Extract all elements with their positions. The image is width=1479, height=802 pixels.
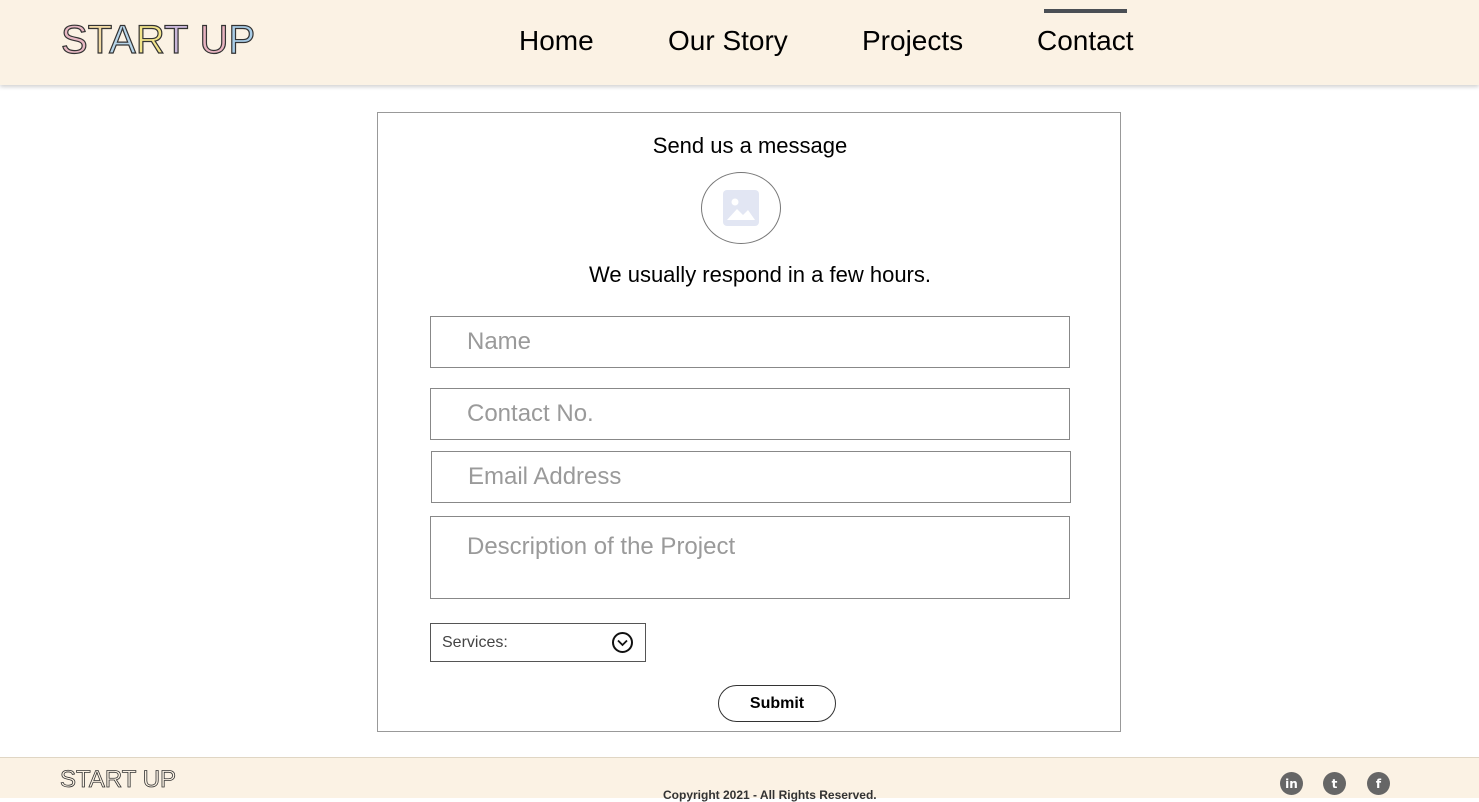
logo-letter: A: [109, 17, 137, 62]
copyright-text: Copyright 2021 - All Rights Reserved.: [663, 788, 877, 802]
contact-number-input[interactable]: Contact No.: [430, 388, 1070, 440]
logo-letter: R: [135, 17, 165, 62]
twitter-icon[interactable]: t: [1323, 772, 1346, 795]
logo[interactable]: START UP: [60, 16, 256, 64]
facebook-icon[interactable]: f: [1367, 772, 1390, 795]
chevron-down-icon: [612, 632, 633, 653]
nav-contact[interactable]: Contact: [1037, 24, 1134, 58]
submit-button[interactable]: Submit: [718, 685, 836, 722]
services-dropdown[interactable]: Services:: [430, 623, 646, 662]
logo-letter: T: [163, 17, 189, 62]
contact-form: Send us a message We usually respond in …: [377, 112, 1121, 732]
linkedin-icon[interactable]: in: [1280, 772, 1303, 795]
footer-logo[interactable]: START UP: [60, 766, 177, 794]
logo-letter: P: [228, 17, 256, 62]
avatar: [701, 172, 781, 244]
site-header: START UP Home Our Story Projects Contact: [0, 0, 1479, 85]
logo-letter: [188, 18, 199, 62]
nav-projects[interactable]: Projects: [862, 24, 963, 58]
email-input[interactable]: Email Address: [431, 451, 1071, 503]
form-subtitle: We usually respond in a few hours.: [589, 262, 931, 287]
form-title: Send us a message: [652, 133, 848, 158]
services-label: Services:: [442, 633, 508, 651]
nav-home[interactable]: Home: [519, 24, 594, 58]
image-placeholder-icon: [723, 190, 759, 226]
nav-active-indicator: [1044, 9, 1127, 13]
name-input[interactable]: Name: [430, 316, 1070, 368]
description-textarea[interactable]: Description of the Project: [430, 516, 1070, 599]
logo-letter: U: [199, 17, 229, 62]
site-footer: START UP Copyright 2021 - All Rights Res…: [0, 757, 1479, 802]
nav-our-story[interactable]: Our Story: [668, 24, 788, 58]
logo-letter: T: [87, 17, 110, 62]
logo-letter: S: [60, 17, 88, 62]
